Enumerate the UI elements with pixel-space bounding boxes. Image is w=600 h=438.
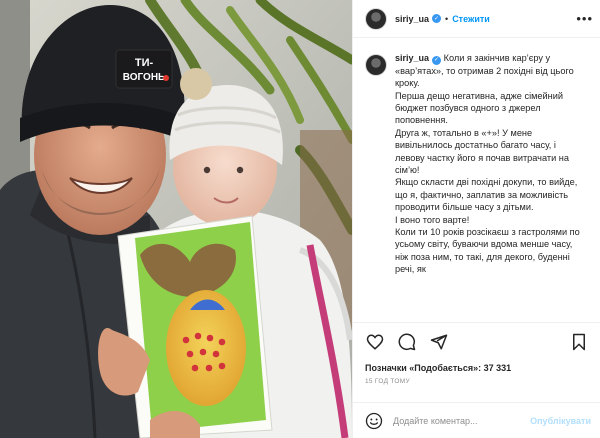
verified-check-icon: ✓ — [432, 55, 442, 65]
caption-paragraph: Якщо скласти дві похідні докупи, то вийд… — [395, 177, 578, 213]
bookmark-icon[interactable] — [569, 332, 589, 352]
share-icon[interactable] — [429, 332, 449, 352]
caption-paragraph: Перша дещо негативна, адже сімейний бюдж… — [395, 90, 564, 126]
publish-button[interactable]: Опублікувати — [530, 416, 591, 426]
post-actions: Позначки «Подобається»: 37 331 15 ГОД ТО… — [353, 322, 600, 385]
caption-paragraph: Друга ж, тотально в «+»! У мене вивільни… — [395, 127, 569, 175]
comment-icon[interactable] — [397, 332, 417, 352]
child-drawing — [117, 215, 273, 438]
emoji-icon[interactable] — [365, 412, 383, 430]
caption-paragraph: І воно того варте! — [395, 214, 470, 225]
follow-button[interactable]: Стежити — [452, 14, 490, 24]
svg-text:ВОГОНЬ: ВОГОНЬ — [123, 72, 165, 83]
caption-body: siriy_ua ✓ Коли я закінчив кар’єру у «вар… — [395, 52, 585, 322]
post-sidebar: siriy_ua ✓ • Стежити ••• siriy_ua ✓ Коли … — [352, 0, 600, 438]
hat-label: ТИ- ВОГОНЬ — [115, 49, 173, 89]
more-options-icon[interactable]: ••• — [576, 12, 593, 25]
caption-avatar[interactable] — [365, 54, 387, 76]
post-timestamp[interactable]: 15 ГОД ТОМУ — [365, 378, 589, 385]
header-username[interactable]: siriy_ua — [395, 14, 429, 24]
likes-count[interactable]: Позначки «Подобається»: 37 331 — [365, 363, 589, 373]
caption-username[interactable]: siriy_ua — [395, 53, 429, 63]
caption-paragraph: siriy_ua ✓ Коли я закінчив кар’єру у «вар… — [395, 52, 585, 90]
instagram-post: ТИ- ВОГОНЬ siriy_ua ✓ • Стежити ••• siri… — [0, 0, 600, 438]
action-icons — [365, 331, 589, 353]
comment-box: Опублікувати — [353, 402, 600, 438]
heart-icon[interactable] — [365, 332, 385, 352]
avatar[interactable] — [365, 7, 387, 30]
caption-paragraph: Коли ти 10 років розсікаєш з гастролями … — [395, 226, 580, 275]
separator-dot: • — [445, 13, 449, 24]
selfie-illustration: ТИ- ВОГОНЬ — [0, 0, 352, 438]
svg-text:ТИ-: ТИ- — [135, 57, 154, 69]
post-header: siriy_ua ✓ • Стежити ••• — [353, 0, 600, 38]
comment-input[interactable] — [393, 415, 511, 426]
post-caption: siriy_ua ✓ Коли я закінчив кар’єру у «вар… — [365, 52, 593, 322]
post-photo[interactable]: ТИ- ВОГОНЬ — [0, 0, 352, 438]
verified-check-icon: ✓ — [432, 14, 442, 23]
